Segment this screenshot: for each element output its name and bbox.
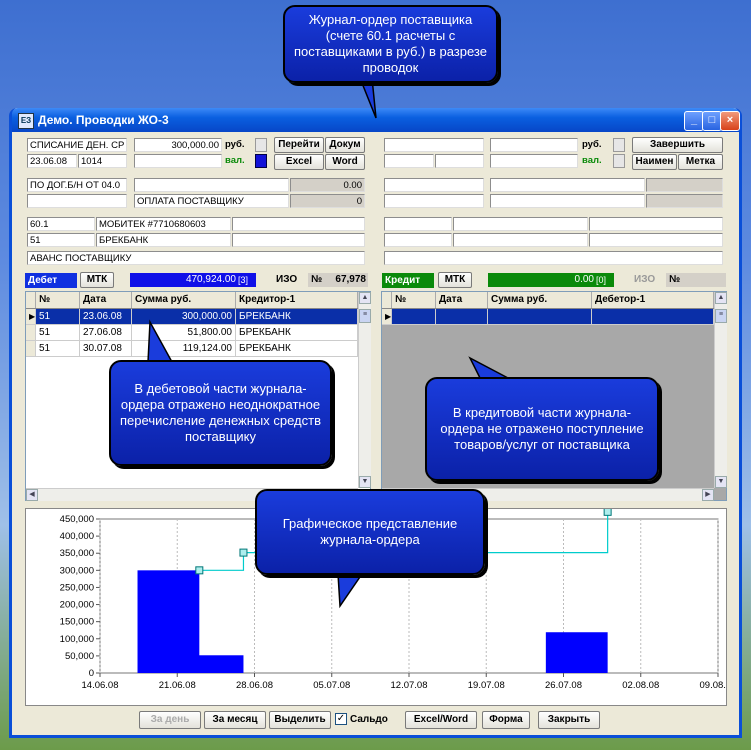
chart-callout: Графическое представление журнала-ордера — [255, 489, 485, 575]
chart-callout-text: Графическое представление журнала-ордера — [282, 516, 458, 547]
credit-callout: В кредитовой части журнала-ордера не отр… — [425, 377, 659, 481]
top-callout: Журнал-ордер поставщика (счете 60.1 расч… — [283, 5, 498, 83]
debit-callout-pointer — [147, 319, 174, 363]
top-callout-pointer — [358, 77, 377, 119]
credit-callout-pointer — [468, 356, 509, 379]
top-callout-text: Журнал-ордер поставщика (счете 60.1 расч… — [294, 12, 487, 75]
chart-callout-pointer — [337, 573, 364, 609]
credit-callout-text: В кредитовой части журнала-ордера не отр… — [440, 405, 644, 452]
debit-callout-text: В дебетовой части журнала-ордера отражен… — [120, 381, 321, 444]
debit-callout: В дебетовой части журнала-ордера отражен… — [109, 360, 332, 466]
